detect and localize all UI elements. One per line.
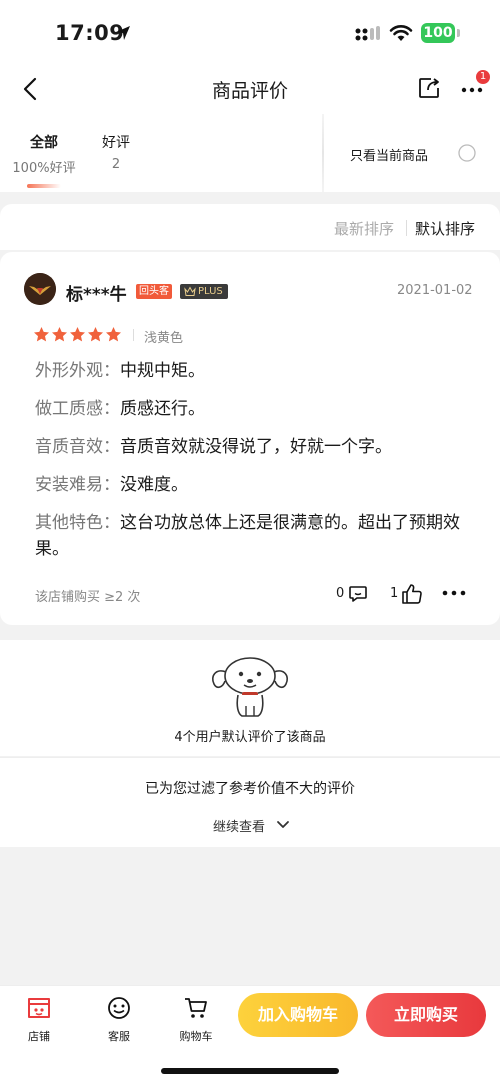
location-arrow-icon (116, 26, 130, 40)
tab-good-label: 好评 (102, 135, 130, 151)
review-line: 其他特色：这台功放总体上还是很满意的。超出了预期效果。 (35, 510, 475, 562)
review-date: 2021-01-02 (397, 283, 473, 298)
thumbs-up-icon[interactable] (400, 582, 424, 606)
avatar[interactable] (24, 273, 56, 305)
product-spec: 浅黄色 (144, 331, 184, 346)
battery-indicator: 100 (421, 23, 455, 43)
nav-bar: 商品评价 1 (0, 64, 500, 114)
shop-label: 店铺 (28, 1030, 50, 1043)
customer-service-button[interactable]: 客服 (94, 996, 144, 1044)
spec-divider (133, 329, 134, 341)
customer-service-icon (108, 997, 130, 1019)
filtered-notice-section: 已为您过滤了参考价值不大的评价 继续查看 (0, 757, 500, 847)
wifi-icon (389, 25, 413, 41)
filter-bar: 全部 100%好评 好评 2 只看当前商品 (0, 114, 500, 192)
review-line-label: 安装难易： (35, 475, 120, 495)
add-to-cart-button[interactable]: 加入购物车 (238, 993, 358, 1037)
sort-bar: 最新排序 默认排序 (0, 204, 500, 250)
shop-button[interactable]: 店铺 (14, 996, 64, 1044)
review-line: 安装难易：没难度。 (35, 472, 475, 498)
shop-icon (28, 998, 50, 1018)
star-icon (70, 327, 85, 342)
sort-separator (406, 220, 407, 236)
review-line-label: 做工质感： (35, 399, 120, 419)
returning-customer-badge: 回头客 (136, 284, 172, 299)
share-icon[interactable] (417, 76, 441, 100)
comment-count: 0 (336, 586, 345, 601)
buy-now-button[interactable]: 立即购买 (366, 993, 486, 1037)
avatar-emblem-icon (24, 273, 56, 305)
cart-label: 购物车 (179, 1030, 213, 1043)
only-current-label: 只看当前商品 (350, 149, 429, 164)
review-line-label: 其他特色： (35, 513, 120, 533)
star-icon (52, 327, 67, 342)
review-more-icon[interactable] (441, 589, 467, 597)
notification-badge: 1 (476, 70, 490, 84)
joy-dog-mascot-icon (211, 657, 289, 717)
review-card: 标***牛 回头客 PLUS 2021-01-02 浅黄色 外形外观：中规中矩。… (0, 252, 500, 625)
active-tab-indicator (27, 184, 61, 188)
review-line: 做工质感：质感还行。 (35, 396, 475, 422)
tab-all-sub: 100%好评 (12, 161, 76, 176)
continue-view-link[interactable]: 继续查看 (213, 816, 265, 835)
crown-icon (184, 286, 196, 296)
battery-cap (457, 29, 460, 37)
chevron-down-icon[interactable] (276, 820, 290, 830)
plus-label: PLUS (198, 286, 223, 297)
status-time: 17:09 (55, 21, 125, 45)
only-current-radio[interactable] (458, 144, 476, 162)
review-line-label: 外形外观： (35, 361, 120, 381)
tab-good[interactable]: 好评 2 (90, 132, 142, 172)
status-bar: 17:09 100 (0, 0, 500, 64)
cart-button[interactable]: 购物车 (171, 996, 221, 1044)
review-line: 音质音效：音质音效就没得说了，好就一个字。 (35, 434, 475, 460)
service-label: 客服 (108, 1030, 130, 1043)
filtered-notice: 已为您过滤了参考价值不大的评价 (145, 781, 355, 797)
tab-all-label: 全部 (30, 135, 58, 151)
sort-newest[interactable]: 最新排序 (334, 218, 394, 239)
review-line-label: 音质音效： (35, 437, 120, 457)
review-line-text: 质感还行。 (120, 399, 205, 419)
review-line-text: 中规中矩。 (120, 361, 205, 381)
home-indicator[interactable] (161, 1068, 339, 1074)
star-rating (33, 326, 123, 344)
comment-icon[interactable] (348, 584, 368, 604)
default-review-text: 4个用户默认评价了该商品 (174, 730, 326, 745)
review-line: 外形外观：中规中矩。 (35, 358, 475, 384)
review-line-text: 没难度。 (120, 475, 188, 495)
review-body: 外形外观：中规中矩。 做工质感：质感还行。 音质音效：音质音效就没得说了，好就一… (35, 358, 475, 574)
purchase-count: 该店铺购买 ≥2 次 (35, 590, 141, 605)
sort-default[interactable]: 默认排序 (415, 218, 475, 239)
review-line-text: 音质音效就没得说了，好就一个字。 (120, 437, 392, 457)
shopping-cart-icon (185, 998, 207, 1018)
cellular-signal-icon (355, 26, 380, 41)
filter-divider (322, 114, 324, 192)
star-icon (34, 327, 49, 342)
plus-member-badge: PLUS (180, 284, 228, 299)
default-review-section: 4个用户默认评价了该商品 (0, 640, 500, 756)
tab-good-sub: 2 (111, 157, 121, 172)
user-name: 标***牛 (66, 285, 127, 305)
like-count: 1 (390, 586, 399, 601)
star-icon (88, 327, 103, 342)
tab-all[interactable]: 全部 100%好评 (12, 132, 76, 176)
star-icon (106, 327, 121, 342)
